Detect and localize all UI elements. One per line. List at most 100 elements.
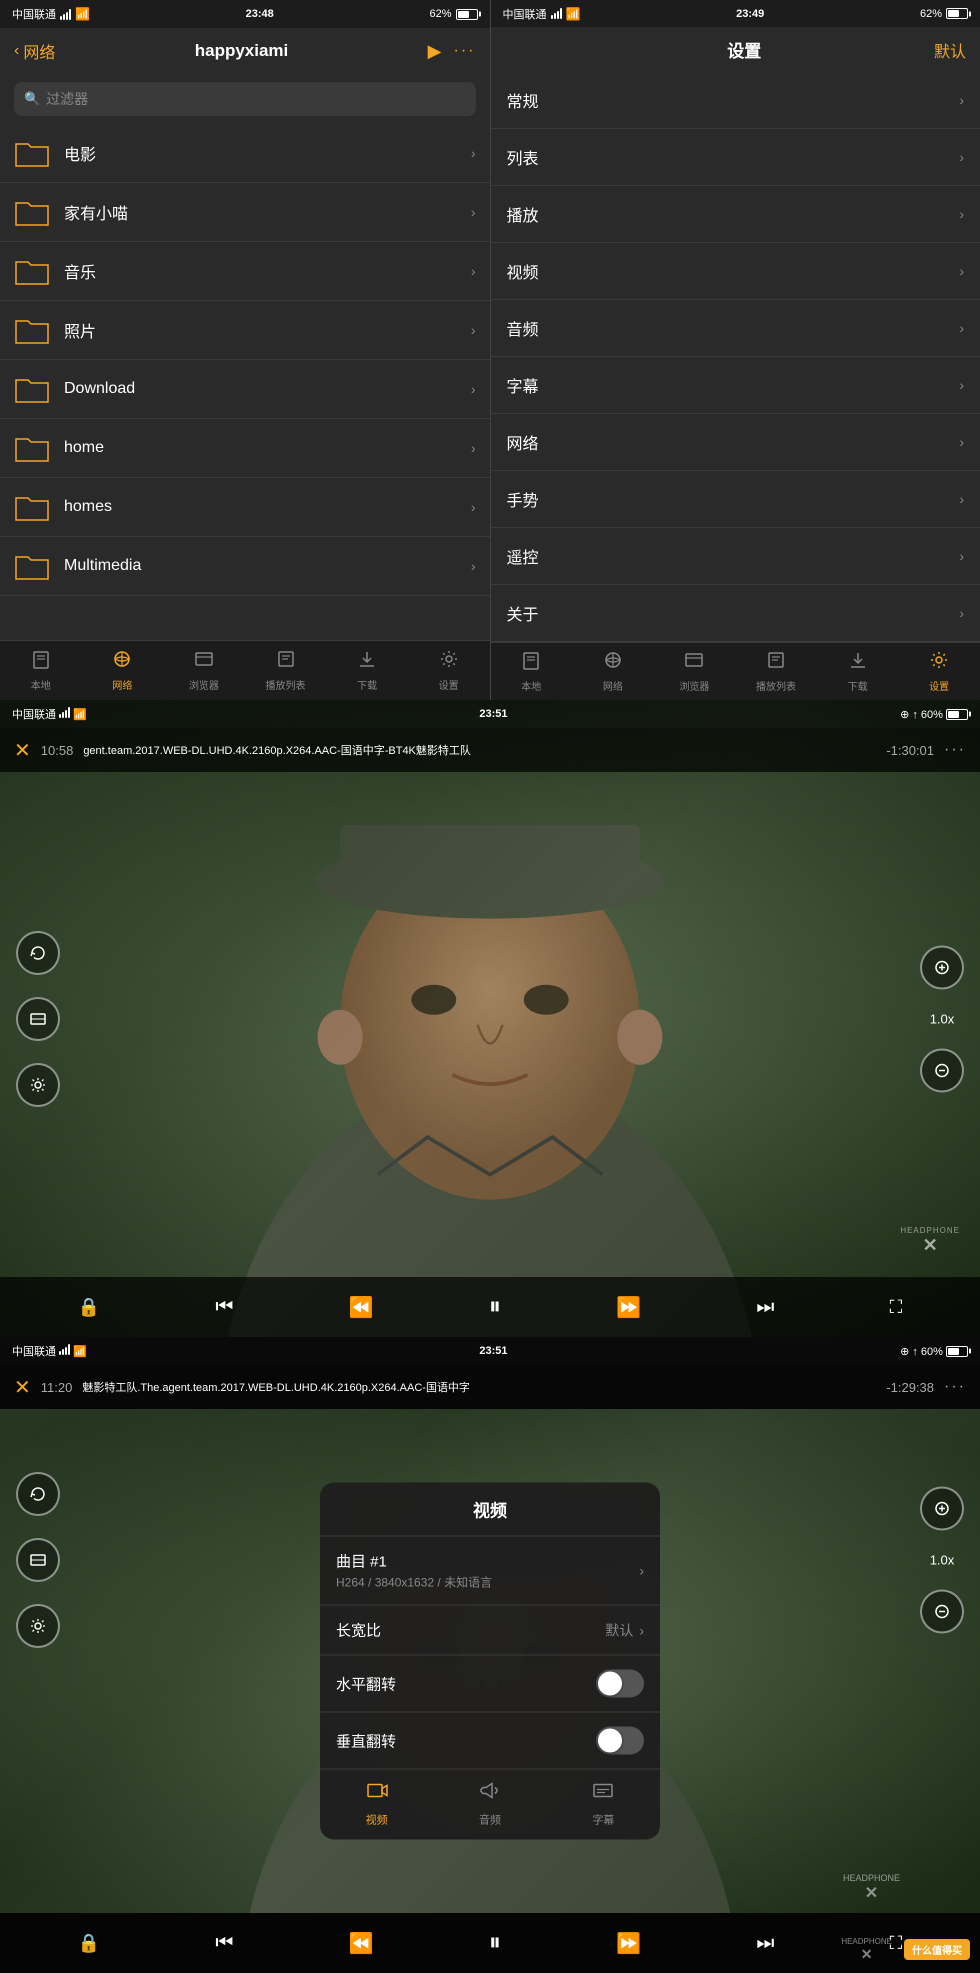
settings-item-about[interactable]: 关于 › bbox=[491, 585, 980, 642]
more-icon[interactable]: ··· bbox=[454, 42, 476, 60]
video-location-icon-1: ⊕ bbox=[900, 709, 909, 721]
panel-tab-video[interactable]: 视频 bbox=[320, 1780, 433, 1828]
list-item[interactable]: 家有小喵 › bbox=[0, 183, 490, 242]
aspect-button[interactable] bbox=[16, 997, 60, 1041]
vflip-toggle[interactable] bbox=[596, 1727, 644, 1755]
search-bar[interactable]: 🔍 过滤器 bbox=[14, 82, 476, 116]
zoom-in-button-2[interactable] bbox=[920, 1487, 964, 1531]
panel-track-item[interactable]: 曲目 #1 H264 / 3840x1632 / 未知语言 › bbox=[320, 1537, 660, 1606]
video-battery-icon-1 bbox=[946, 709, 968, 720]
chevron-right-icon: › bbox=[959, 263, 964, 279]
dts-label-3: HEADPHONE bbox=[841, 1937, 892, 1947]
chevron-right-icon: › bbox=[471, 322, 476, 338]
settings-item-audio[interactable]: 音频 › bbox=[491, 300, 980, 357]
next-chapter-button-2[interactable]: ⏭ bbox=[756, 1932, 774, 1955]
tab-download-right[interactable]: 下载 bbox=[817, 643, 899, 700]
tab-settings-right[interactable]: 设置 bbox=[898, 643, 980, 700]
list-item[interactable]: Download › bbox=[0, 360, 490, 419]
chevron-right-icon: › bbox=[471, 204, 476, 220]
panel-tab-subtitle[interactable]: 字幕 bbox=[547, 1780, 660, 1828]
next-chapter-button[interactable]: ⏭ bbox=[756, 1296, 774, 1319]
list-item[interactable]: Multimedia › bbox=[0, 537, 490, 596]
tab-browser-right[interactable]: 浏览器 bbox=[654, 643, 736, 700]
tab-local-right[interactable]: 本地 bbox=[491, 643, 573, 700]
settings-item-remote[interactable]: 遥控 › bbox=[491, 528, 980, 585]
tab-download[interactable]: 下载 bbox=[326, 641, 408, 700]
folder-icon bbox=[14, 374, 50, 404]
zoom-out-button-2[interactable] bbox=[920, 1590, 964, 1634]
prev-chapter-button[interactable]: ⏮ bbox=[215, 1296, 233, 1319]
forward-button[interactable]: ⏩ bbox=[616, 1295, 641, 1320]
tab-settings-label: 设置 bbox=[439, 677, 459, 692]
right-video-controls-2: 1.0x bbox=[920, 1487, 964, 1634]
prev-chapter-button-2[interactable]: ⏮ bbox=[215, 1932, 233, 1955]
video-status-bar-1: 中国联通 📶 23:51 ⊕ ↑ 60% bbox=[0, 700, 980, 728]
settings-item-list[interactable]: 列表 › bbox=[491, 129, 980, 186]
video-close-button-2[interactable]: ✕ bbox=[14, 1375, 31, 1400]
tab-download-label: 下载 bbox=[357, 677, 377, 692]
tab-settings[interactable]: 设置 bbox=[408, 641, 490, 700]
aspect-button-2[interactable] bbox=[16, 1538, 60, 1582]
folder-icon bbox=[14, 138, 50, 168]
video-battery-level-2: 60% bbox=[921, 1346, 943, 1358]
pause-button-2[interactable]: ⏸ bbox=[489, 1929, 501, 1957]
left-battery-level: 62% bbox=[429, 8, 451, 20]
folder-icon bbox=[14, 551, 50, 581]
lock-button[interactable]: 🔒 bbox=[78, 1297, 100, 1318]
list-item[interactable]: 电影 › bbox=[0, 124, 490, 183]
right-wifi-icon: 📶 bbox=[566, 7, 581, 21]
video-background-2: 1.0x HEADPHONE ✕ 视频 曲目 #1 H264 / 3840x16… bbox=[0, 1409, 980, 1913]
settings-item-network[interactable]: 网络 › bbox=[491, 414, 980, 471]
video-close-button[interactable]: ✕ bbox=[14, 738, 31, 763]
search-input: 过滤器 bbox=[46, 89, 88, 109]
rotate-button-2[interactable] bbox=[16, 1472, 60, 1516]
settings-item-general[interactable]: 常规 › bbox=[491, 72, 980, 129]
fullscreen-button[interactable]: ⛶ bbox=[890, 1297, 903, 1318]
settings-video-button[interactable] bbox=[16, 1063, 60, 1107]
list-item[interactable]: home › bbox=[0, 419, 490, 478]
video-carrier-2: 中国联通 bbox=[12, 1346, 56, 1358]
chevron-right-icon: › bbox=[471, 145, 476, 161]
settings-item-video[interactable]: 视频 › bbox=[491, 243, 980, 300]
playlist-icon bbox=[276, 649, 296, 675]
list-item[interactable]: 照片 › bbox=[0, 301, 490, 360]
panel-tab-audio[interactable]: 音频 bbox=[433, 1780, 546, 1828]
panel-hflip-item[interactable]: 水平翻转 bbox=[320, 1656, 660, 1713]
hflip-toggle[interactable] bbox=[596, 1670, 644, 1698]
play-icon[interactable]: ▶ bbox=[428, 41, 442, 62]
tab-playlist[interactable]: 播放列表 bbox=[245, 641, 327, 700]
tab-network[interactable]: 网络 bbox=[82, 641, 164, 700]
tab-network-label: 网络 bbox=[603, 678, 623, 693]
rotate-button[interactable] bbox=[16, 931, 60, 975]
lock-button-2[interactable]: 🔒 bbox=[78, 1933, 100, 1954]
tab-playlist-right[interactable]: 播放列表 bbox=[735, 643, 817, 700]
tab-local[interactable]: 本地 bbox=[0, 641, 82, 700]
video-filename-1: gent.team.2017.WEB-DL.UHD.4K.2160p.X264.… bbox=[83, 742, 876, 758]
panel-vflip-item[interactable]: 垂直翻转 bbox=[320, 1713, 660, 1770]
tab-browser[interactable]: 浏览器 bbox=[163, 641, 245, 700]
settings-list: 常规 › 列表 › 播放 › 视频 › 音频 › 字幕 › bbox=[491, 72, 980, 642]
playlist-icon bbox=[766, 650, 786, 676]
settings-video-button-2[interactable] bbox=[16, 1604, 60, 1648]
tab-network-right[interactable]: 网络 bbox=[572, 643, 654, 700]
zoom-in-button[interactable] bbox=[920, 945, 964, 989]
default-button[interactable]: 默认 bbox=[934, 38, 966, 62]
list-item[interactable]: 音乐 › bbox=[0, 242, 490, 301]
settings-item-playback[interactable]: 播放 › bbox=[491, 186, 980, 243]
settings-label: 遥控 bbox=[507, 544, 539, 568]
rewind-button-2[interactable]: ⏪ bbox=[349, 1931, 374, 1956]
rewind-button[interactable]: ⏪ bbox=[349, 1295, 374, 1320]
zoom-out-button[interactable] bbox=[920, 1048, 964, 1092]
panel-aspect-ratio-item[interactable]: 长宽比 默认 › bbox=[320, 1606, 660, 1656]
tab-browser-label: 浏览器 bbox=[189, 677, 219, 692]
left-video-controls bbox=[16, 931, 60, 1107]
forward-button-2[interactable]: ⏩ bbox=[616, 1931, 641, 1956]
list-item[interactable]: homes › bbox=[0, 478, 490, 537]
video-more-button-1[interactable]: ··· bbox=[944, 741, 966, 759]
pause-button[interactable]: ⏸ bbox=[489, 1293, 501, 1321]
video-more-button-2[interactable]: ··· bbox=[944, 1378, 966, 1396]
settings-item-subtitle[interactable]: 字幕 › bbox=[491, 357, 980, 414]
file-name: homes bbox=[64, 498, 457, 516]
left-back-button[interactable]: ‹ 网络 bbox=[14, 39, 55, 63]
settings-item-gesture[interactable]: 手势 › bbox=[491, 471, 980, 528]
